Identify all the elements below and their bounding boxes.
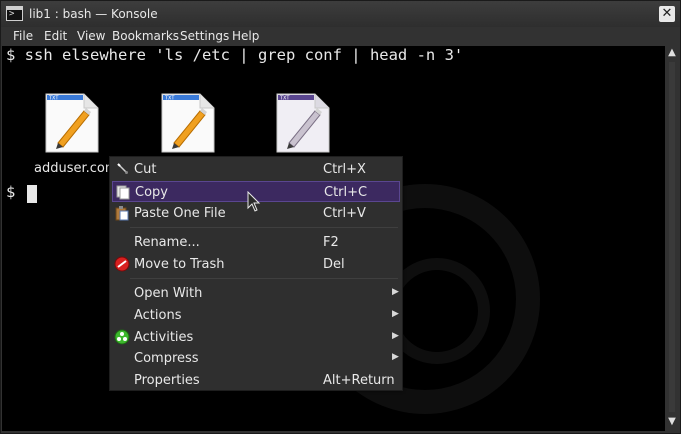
vertical-scrollbar[interactable]: ▲ ▼: [665, 46, 679, 431]
menu-item-shortcut: Ctrl+C: [324, 185, 368, 200]
menu-file[interactable]: File: [13, 29, 33, 43]
menu-item-move-to-trash[interactable]: Move to Trash Del: [112, 254, 400, 275]
submenu-arrow-icon: ▶: [392, 352, 399, 362]
text-file-pencil-icon[interactable]: TXT: [275, 93, 331, 153]
menu-item-cut[interactable]: Cut Ctrl+X: [112, 159, 400, 180]
menu-item-rename[interactable]: Rename... F2: [112, 232, 400, 253]
activities-icon: [114, 329, 130, 345]
scroll-track[interactable]: [669, 62, 675, 412]
file-type-badge: TXT: [48, 96, 59, 102]
menu-separator: [130, 227, 398, 228]
submenu-arrow-icon: ▶: [392, 331, 399, 341]
menu-item-label: Activities: [134, 330, 194, 345]
menu-item-actions[interactable]: Actions ▶: [112, 305, 400, 326]
menu-help[interactable]: Help: [232, 29, 259, 43]
menu-item-activities[interactable]: Activities ▶: [112, 327, 400, 348]
menu-item-shortcut: Del: [323, 257, 345, 272]
file-type-badge: TXT: [279, 96, 290, 102]
text-file-pencil-icon[interactable]: TXT: [160, 93, 216, 153]
submenu-arrow-icon: ▶: [392, 287, 399, 297]
menu-item-label: Properties: [134, 373, 200, 388]
menu-item-label: Compress: [134, 351, 199, 366]
menu-item-label: Copy: [135, 185, 168, 200]
menu-bookmarks[interactable]: Bookmarks: [112, 29, 179, 43]
menu-item-label: Paste One File: [134, 206, 226, 221]
menu-item-label: Cut: [134, 162, 157, 177]
trash-icon: [114, 256, 130, 272]
konsole-app-icon[interactable]: [6, 6, 23, 21]
menu-item-label: Move to Trash: [134, 257, 225, 272]
file-name-label[interactable]: adduser.con: [34, 161, 113, 176]
menu-item-shortcut: Alt+Return: [323, 373, 395, 388]
scissors-icon: [114, 161, 130, 177]
scroll-down-arrow-icon[interactable]: ▼: [665, 415, 679, 429]
menu-item-open-with[interactable]: Open With ▶: [112, 283, 400, 304]
menu-item-compress[interactable]: Compress ▶: [112, 348, 400, 369]
menu-settings[interactable]: Settings: [180, 29, 229, 43]
menu-item-shortcut: Ctrl+V: [323, 206, 366, 221]
close-button[interactable]: ✕: [659, 6, 675, 22]
menu-item-properties[interactable]: Properties Alt+Return: [112, 370, 400, 391]
submenu-arrow-icon: ▶: [392, 309, 399, 319]
window-title: lib1 : bash — Konsole: [29, 7, 158, 21]
menu-item-shortcut: Ctrl+X: [323, 162, 366, 177]
command-line: $ ssh elsewhere 'ls /etc | grep conf | h…: [6, 46, 464, 64]
text-file-pencil-icon[interactable]: TXT: [44, 93, 100, 153]
shell-prompt: $: [6, 183, 16, 201]
menu-separator: [130, 278, 398, 279]
scroll-up-arrow-icon[interactable]: ▲: [665, 46, 679, 60]
menu-edit[interactable]: Edit: [44, 29, 67, 43]
konsole-window: lib1 : bash — Konsole ✕ File Edit View B…: [0, 0, 681, 434]
menu-item-shortcut: F2: [323, 235, 339, 250]
menu-item-label: Open With: [134, 286, 203, 301]
menu-bar: File Edit View Bookmarks Settings Help: [1, 27, 680, 46]
copy-icon: [115, 184, 131, 200]
text-cursor: [27, 185, 37, 203]
paste-icon: [114, 205, 130, 221]
menu-item-label: Rename...: [134, 235, 200, 250]
file-type-badge: TXT: [164, 96, 175, 102]
menu-item-label: Actions: [134, 308, 182, 323]
mouse-pointer-icon: [247, 190, 261, 213]
menu-view[interactable]: View: [77, 29, 105, 43]
title-bar[interactable]: lib1 : bash — Konsole ✕: [1, 1, 680, 27]
